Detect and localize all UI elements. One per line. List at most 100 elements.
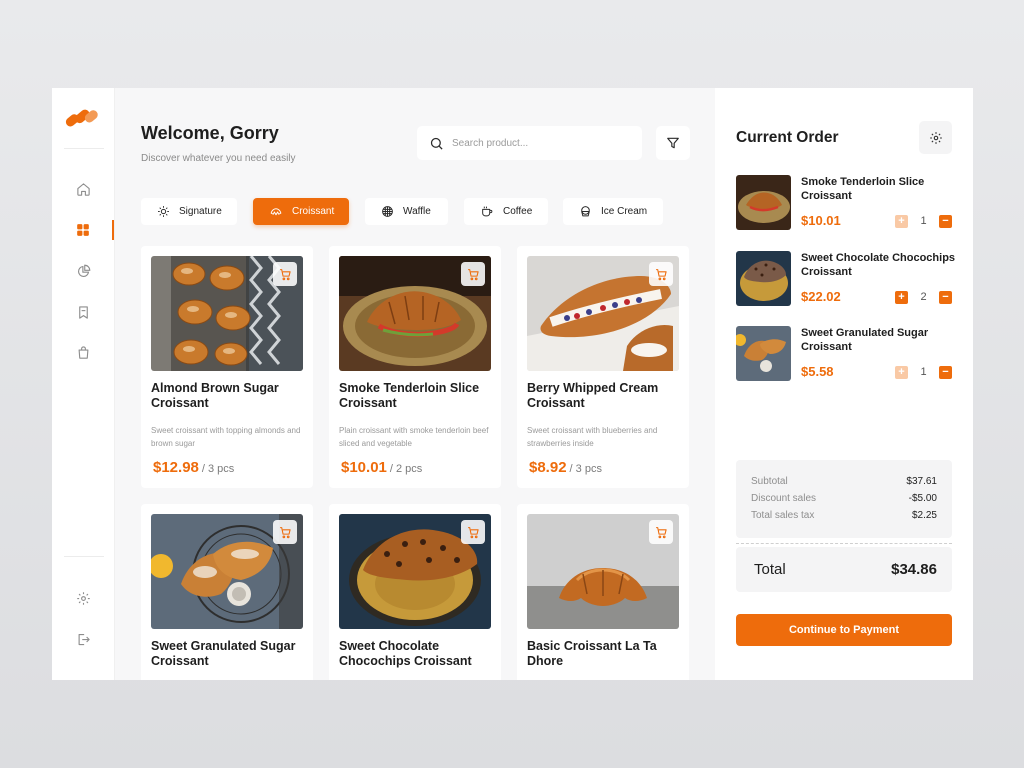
tax-label: Total sales tax	[751, 510, 815, 521]
gear-icon[interactable]	[73, 588, 93, 608]
gear-icon	[929, 131, 942, 144]
increase-quantity-button[interactable]: +	[895, 365, 908, 379]
tab-croissant[interactable]: Croissant	[253, 198, 349, 225]
cart-icon	[467, 268, 479, 280]
total-value: $34.86	[891, 561, 937, 578]
product-name: Sweet Granulated Sugar Croissant	[151, 639, 296, 668]
product-quantity: / 3 pcs	[201, 463, 235, 475]
sidebar	[52, 88, 115, 680]
tab-ice-cream[interactable]: Ice Cream	[563, 198, 663, 225]
product-price: $12.98	[153, 459, 199, 476]
tab-coffee[interactable]: Coffee	[464, 198, 548, 225]
add-to-cart-button[interactable]	[273, 520, 297, 544]
tab-waffle[interactable]: Waffle	[365, 198, 448, 225]
chart-icon[interactable]	[73, 261, 93, 281]
discount-row: Discount sales -$5.00	[751, 493, 937, 504]
order-item-image	[736, 175, 791, 230]
home-icon[interactable]	[73, 179, 93, 199]
increase-quantity-button[interactable]: +	[895, 290, 908, 304]
add-to-cart-button[interactable]	[461, 520, 485, 544]
subtotal-value: $37.61	[906, 476, 937, 487]
cart-icon	[467, 526, 479, 538]
increase-quantity-button[interactable]: +	[895, 214, 908, 228]
product-card[interactable]: Almond Brown Sugar Croissant Sweet crois…	[141, 246, 313, 488]
signature-icon	[158, 206, 169, 217]
add-to-cart-button[interactable]	[649, 520, 673, 544]
subtotal-label: Subtotal	[751, 476, 788, 487]
product-quantity: / 2 pcs	[389, 463, 423, 475]
cart-icon	[279, 526, 291, 538]
product-card[interactable]: Smoke Tenderloin Slice Croissant Plain c…	[329, 246, 501, 488]
product-price-row: $10.01/ 2 pcs	[341, 459, 422, 476]
subtotal-row: Subtotal $37.61	[751, 476, 937, 487]
ice-cream-icon	[581, 206, 590, 217]
add-to-cart-button[interactable]	[273, 262, 297, 286]
decrease-quantity-button[interactable]: −	[939, 214, 952, 228]
main-content: Welcome, Gorry Discover whatever you nee…	[115, 88, 715, 680]
tab-signature[interactable]: Signature	[141, 198, 237, 225]
order-item-price: $22.02	[801, 289, 841, 304]
tax-value: $2.25	[911, 510, 937, 521]
tab-label: Waffle	[403, 206, 431, 217]
continue-to-payment-button[interactable]: Continue to Payment	[736, 614, 952, 646]
order-item-name: Sweet Granulated Sugar Croissant	[801, 327, 929, 353]
coffee-icon	[482, 206, 493, 217]
quantity-stepper: + 2 −	[895, 290, 952, 304]
product-price-row: $12.98/ 3 pcs	[153, 459, 234, 476]
quantity-stepper: + 1 −	[895, 365, 952, 379]
tax-row: Total sales tax $2.25	[751, 510, 937, 521]
order-item-name: Smoke Tenderloin Slice Croissant	[801, 176, 925, 202]
page-subtitle: Discover whatever you need easily	[141, 153, 296, 164]
order-item-price: $5.58	[801, 364, 834, 379]
tab-label: Signature	[179, 206, 222, 217]
order-item: Sweet Chocolate Chocochips Croissant $22…	[736, 251, 956, 307]
quantity-value: 1	[920, 215, 927, 227]
quantity-value: 1	[920, 366, 927, 378]
order-item-image	[736, 326, 791, 381]
grid-icon[interactable]	[73, 220, 93, 240]
order-settings-button[interactable]	[919, 121, 952, 154]
decrease-quantity-button[interactable]: −	[939, 365, 952, 379]
order-item-name: Sweet Chocolate Chocochips Croissant	[801, 252, 956, 278]
decrease-quantity-button[interactable]: −	[939, 290, 952, 304]
product-price-row: $8.92/ 3 pcs	[529, 459, 602, 476]
brand-logo	[65, 108, 101, 128]
product-name: Almond Brown Sugar Croissant	[151, 381, 279, 410]
order-title: Current Order	[736, 129, 839, 146]
total-label: Total	[754, 561, 786, 578]
product-card[interactable]: Sweet Chocolate Chocochips Croissant	[329, 504, 501, 680]
product-card[interactable]: Basic Croissant La Ta Dhore	[517, 504, 689, 680]
add-to-cart-button[interactable]	[461, 262, 485, 286]
tab-label: Ice Cream	[601, 206, 648, 217]
quantity-value: 2	[920, 291, 927, 303]
order-item: Smoke Tenderloin Slice Croissant $10.01 …	[736, 175, 956, 231]
waffle-icon	[382, 206, 393, 217]
summary-divider	[736, 543, 952, 544]
filter-button[interactable]	[656, 126, 690, 160]
search-bar[interactable]	[417, 126, 642, 160]
tab-label: Croissant	[292, 206, 335, 217]
bag-icon[interactable]	[73, 342, 93, 362]
order-item-image	[736, 251, 791, 306]
product-quantity: / 3 pcs	[569, 463, 602, 475]
quantity-stepper: + 1 −	[895, 214, 952, 228]
product-card[interactable]: Berry Whipped Cream Croissant Sweet croi…	[517, 246, 689, 488]
product-card[interactable]: Sweet Granulated Sugar Croissant	[141, 504, 313, 680]
product-name: Sweet Chocolate Chocochips Croissant	[339, 639, 472, 668]
active-nav-indicator	[112, 220, 114, 240]
logout-icon[interactable]	[73, 629, 93, 649]
current-order-panel: Current Order Smoke Tenderloin Slice Cro…	[715, 88, 973, 680]
page-title: Welcome, Gorry	[141, 123, 279, 143]
product-name: Berry Whipped Cream Croissant	[527, 381, 659, 410]
product-name: Basic Croissant La Ta Dhore	[527, 639, 657, 668]
discount-label: Discount sales	[751, 493, 817, 504]
product-price: $8.92	[529, 459, 567, 476]
sidebar-divider	[64, 148, 104, 149]
search-icon	[430, 137, 443, 150]
add-to-cart-button[interactable]	[649, 262, 673, 286]
order-item: Sweet Granulated Sugar Croissant $5.58 +…	[736, 326, 956, 382]
product-description: Sweet croissant with blueberries and str…	[527, 426, 658, 448]
bookmark-icon[interactable]	[73, 302, 93, 322]
product-name: Smoke Tenderloin Slice Croissant	[339, 381, 480, 410]
search-input[interactable]	[452, 137, 622, 149]
